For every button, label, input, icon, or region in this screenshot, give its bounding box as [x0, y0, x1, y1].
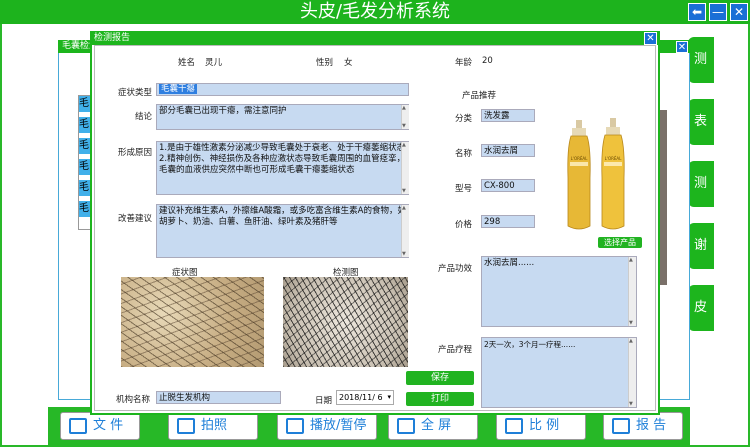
institution-field[interactable]: 止脱生发机构 [156, 391, 281, 404]
date-picker[interactable]: 2018/11/ 6 ▾ [336, 390, 394, 405]
product-name-label: 名称 [455, 149, 473, 159]
capture-button[interactable]: 拍照 [168, 412, 258, 440]
bottle-right-label [604, 162, 622, 166]
report-button[interactable]: 报 告 [603, 412, 683, 440]
category-label: 分类 [455, 114, 473, 124]
print-button[interactable]: 打印 [406, 392, 474, 406]
save-button[interactable]: 保存 [406, 371, 474, 385]
bottle-right-cap [610, 118, 616, 128]
chevron-down-icon: ▾ [387, 393, 391, 401]
camera-icon [177, 417, 195, 434]
bottle-left-pump [572, 128, 586, 136]
capture-button-label: 拍照 [201, 418, 228, 433]
conclusion-label: 结论 [135, 112, 153, 122]
side-button-3[interactable]: 测 [688, 161, 714, 207]
advice-scrollbar[interactable] [401, 205, 409, 257]
bottle-right-pump [606, 127, 620, 135]
ratio-button-label: 比 例 [529, 418, 560, 433]
product-image: L'ORÉAL L'ORÉAL [567, 118, 625, 230]
price-label: 价格 [455, 220, 473, 230]
fullscreen-button-label: 全 屏 [421, 418, 452, 433]
printer-icon [612, 417, 630, 434]
model-field[interactable]: CX-800 [481, 179, 535, 192]
file-button[interactable]: 文 件 [60, 412, 140, 440]
play-pause-button[interactable]: 播放/暂停 [277, 412, 377, 440]
symptom-image [121, 277, 264, 367]
report-dialog-title: 检测报告 [94, 33, 131, 43]
side-button-4[interactable]: 谢 [688, 223, 714, 269]
folder-icon [69, 417, 87, 434]
report-dialog-titlebar [90, 31, 660, 45]
effect-field[interactable]: 水润去屑...... [481, 256, 637, 327]
price-field[interactable]: 298 [481, 215, 535, 228]
cause-scrollbar[interactable] [401, 142, 409, 194]
effect-scrollbar[interactable] [628, 257, 636, 326]
select-product-button[interactable]: 选择产品 [598, 237, 642, 248]
plus-box-icon [505, 417, 523, 434]
symptom-type-field[interactable]: 毛囊干瘪 [156, 83, 409, 96]
course-field[interactable]: 2天一次，3个月一疗程...... [481, 337, 637, 408]
bottle-left-label [570, 162, 588, 166]
app-title: 头皮/毛发分析系统 [299, 1, 451, 22]
cause-label: 形成原因 [118, 148, 153, 158]
side-button-2[interactable]: 表 [688, 99, 714, 145]
report-button-label: 报 告 [636, 418, 667, 433]
advice-field[interactable]: 建议补充维生素A，外擦维A酸霜，或多吃富含维生素A的食物，如胡萝卜、奶油、白薯、… [156, 204, 409, 258]
age-value: 20 [482, 56, 493, 66]
file-button-label: 文 件 [93, 418, 124, 433]
bottle-left [567, 135, 591, 230]
follicle-detect-close-button[interactable]: ✕ [676, 41, 688, 53]
side-button-5[interactable]: 皮 [688, 285, 714, 331]
side-button-1[interactable]: 测 [688, 37, 714, 83]
conclusion-scrollbar[interactable] [401, 105, 409, 129]
conclusion-field[interactable]: 部分毛囊已出现干瘪，需注意同护 [156, 104, 409, 130]
symptom-type-label: 症状类型 [118, 88, 153, 98]
fullscreen-icon [397, 417, 415, 434]
play-icon [286, 417, 304, 434]
back-button[interactable]: ⬅ [688, 3, 706, 21]
name-value: 灵儿 [205, 58, 223, 68]
course-label: 产品疗程 [438, 345, 473, 355]
close-button[interactable]: ✕ [730, 3, 748, 21]
cause-field[interactable]: 1.是由于雄性激素分泌减少导致毛囊处于衰老、处于干瘪萎缩状态 2.精神创伤、神经… [156, 141, 409, 195]
detect-image [283, 277, 408, 367]
bottle-left-cap [576, 120, 582, 129]
age-label: 年龄 [455, 58, 473, 68]
model-label: 型号 [455, 184, 473, 194]
product-name-field[interactable]: 水润去屑 [481, 144, 535, 157]
product-section-label: 产品推荐 [462, 91, 497, 101]
name-label: 姓名 [178, 58, 196, 68]
gender-label: 性别 [316, 58, 334, 68]
date-label: 日期 [315, 396, 333, 406]
effect-label: 产品功效 [438, 264, 473, 274]
institution-label: 机构名称 [116, 395, 151, 405]
symptom-type-value: 毛囊干瘪 [159, 84, 198, 94]
advice-label: 改善建议 [118, 214, 153, 224]
gender-value: 女 [344, 58, 353, 68]
course-scrollbar[interactable] [628, 338, 636, 407]
fullscreen-button[interactable]: 全 屏 [388, 412, 478, 440]
report-dialog-close-button[interactable]: ✕ [644, 32, 657, 45]
bottle-right-brand: L'ORÉAL [605, 156, 623, 161]
date-value: 2018/11/ 6 [339, 393, 383, 402]
category-field[interactable]: 洗发露 [481, 109, 535, 122]
ratio-button[interactable]: 比 例 [496, 412, 586, 440]
minimize-button[interactable]: — [709, 3, 727, 21]
play-pause-button-label: 播放/暂停 [310, 418, 367, 433]
bottle-right [601, 134, 625, 230]
bottle-left-brand: L'ORÉAL [571, 156, 589, 161]
